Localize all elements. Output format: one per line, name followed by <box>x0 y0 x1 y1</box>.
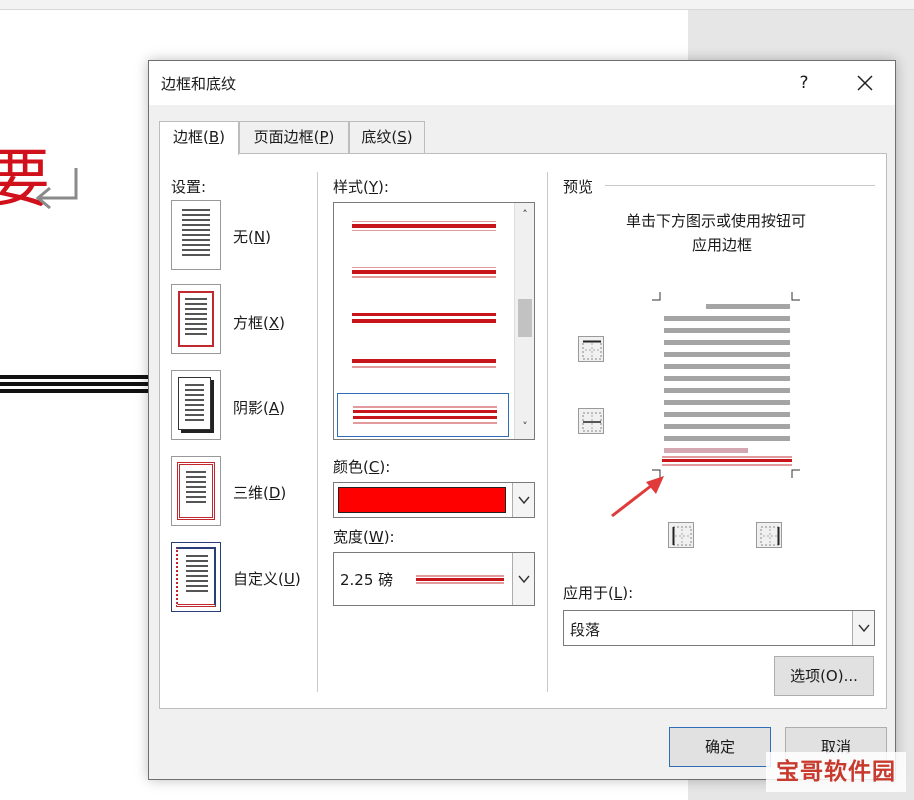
style-label: 样式(Y): <box>333 178 389 196</box>
tab-shading[interactable]: 底纹(S) <box>349 121 425 153</box>
line-style-option-1[interactable] <box>352 219 496 233</box>
tab-page-borders[interactable]: 页面边框(P) <box>239 121 349 153</box>
setting-3d-label[interactable]: 三维(D) <box>233 482 286 503</box>
site-watermark: 宝哥软件园 <box>766 752 906 792</box>
width-select[interactable]: 2.25 磅 <box>333 552 535 606</box>
document-border-lines <box>0 375 150 396</box>
inside-horizontal-border-button[interactable] <box>578 408 604 434</box>
help-button[interactable]: ? <box>791 70 817 96</box>
setting-box-icon[interactable] <box>171 284 221 354</box>
word-ribbon-strip <box>0 0 914 10</box>
scroll-down-icon[interactable]: ˅ <box>519 421 531 433</box>
scroll-thumb[interactable] <box>518 299 532 337</box>
setting-3d-icon[interactable] <box>171 456 221 526</box>
dialog-titlebar: 边框和底纹 ? <box>149 61 895 105</box>
width-value: 2.25 磅 <box>340 571 394 589</box>
line-style-list[interactable]: ˄ ˅ <box>333 202 535 440</box>
borders-and-shading-dialog: 边框和底纹 ? 边框(B) 页面边框(P) 底纹(S) 设置: 无(N) 方框(… <box>148 60 896 780</box>
color-swatch <box>338 487 506 513</box>
preview-hint-line2: 应用边框 <box>692 236 753 254</box>
ok-button[interactable]: 确定 <box>669 727 771 767</box>
preview-group-line <box>605 185 875 186</box>
chevron-down-icon[interactable] <box>512 553 534 605</box>
apply-to-label: 应用于(L): <box>563 584 634 602</box>
chevron-down-icon[interactable] <box>512 483 534 517</box>
close-icon[interactable] <box>849 67 881 99</box>
dialog-title: 边框和底纹 <box>161 75 237 93</box>
setting-shadow-label[interactable]: 阴影(A) <box>233 397 285 418</box>
line-style-option-2[interactable] <box>352 265 496 279</box>
line-style-option-4[interactable] <box>352 357 496 371</box>
style-divider <box>547 172 549 692</box>
setting-box-label[interactable]: 方框(X) <box>233 312 285 333</box>
setting-custom-icon[interactable] <box>171 542 221 612</box>
red-pointer-arrow-icon <box>611 476 664 518</box>
style-list-scrollbar[interactable]: ˄ ˅ <box>514 203 534 439</box>
preview-label: 预览 <box>563 178 594 196</box>
settings-label: 设置: <box>171 178 207 196</box>
setting-shadow-icon[interactable] <box>171 370 221 440</box>
line-style-option-3[interactable] <box>352 311 496 325</box>
right-border-button[interactable] <box>756 522 782 548</box>
borders-tab-panel: 设置: 无(N) 方框(X) 阴影(A) 三维(D) 自定义(U) 样式(Y): <box>159 153 887 709</box>
tab-borders[interactable]: 边框(B) <box>159 121 239 155</box>
chevron-down-icon[interactable] <box>852 611 874 645</box>
border-preview-diagram[interactable] <box>648 290 804 480</box>
options-button[interactable]: 选项(O)... <box>774 656 874 696</box>
width-sample-line <box>416 575 504 584</box>
width-label: 宽度(W): <box>333 528 395 546</box>
settings-divider <box>317 172 319 692</box>
top-border-button[interactable] <box>578 336 604 362</box>
left-border-button[interactable] <box>668 522 694 548</box>
setting-none-label[interactable]: 无(N) <box>233 226 271 247</box>
scroll-up-icon[interactable]: ˄ <box>519 209 531 221</box>
setting-custom-label[interactable]: 自定义(U) <box>233 568 301 589</box>
paragraph-return-icon <box>35 168 78 210</box>
preview-hint-line1: 单击下方图示或使用按钮可 <box>626 212 807 230</box>
color-label: 颜色(C): <box>333 458 391 476</box>
selected-line-style[interactable] <box>337 393 509 437</box>
apply-to-value: 段落 <box>570 621 601 639</box>
color-picker[interactable] <box>333 482 535 518</box>
setting-none-icon[interactable] <box>171 200 221 270</box>
apply-to-select[interactable]: 段落 <box>563 610 875 646</box>
